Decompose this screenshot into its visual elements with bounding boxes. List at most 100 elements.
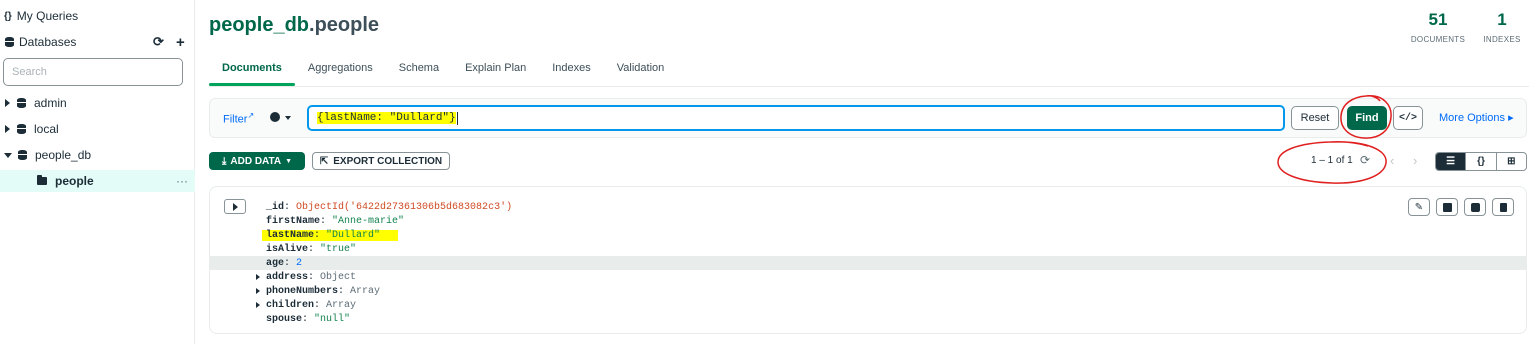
refresh-icon[interactable]: ⟳ <box>1360 153 1370 167</box>
sidebar-item-label: local <box>34 122 59 136</box>
sidebar-item-admin[interactable]: admin <box>0 92 195 114</box>
json-view-button[interactable]: {} <box>1466 153 1497 170</box>
chevron-down-icon[interactable] <box>285 116 291 120</box>
add-database-icon[interactable]: + <box>176 34 185 51</box>
chevron-left-icon[interactable]: ‹ <box>1390 153 1394 168</box>
clock-icon[interactable] <box>270 112 280 122</box>
tab-documents[interactable]: Documents <box>209 56 295 86</box>
query-bar: Filter↗ {lastName: "Dullard"} Reset Find… <box>209 98 1527 138</box>
document-card: ✎ _id: ObjectId('6422d27361306b5d683082c… <box>209 186 1527 334</box>
tab-indexes[interactable]: Indexes <box>552 56 591 86</box>
database-icon <box>17 98 26 108</box>
filter-link[interactable]: Filter↗ <box>223 111 254 126</box>
list-view-button[interactable]: ☰ <box>1436 153 1467 170</box>
tab-validation[interactable]: Validation <box>617 56 665 86</box>
field-value: Array <box>326 299 357 311</box>
field-key: phoneNumbers <box>266 285 339 297</box>
add-data-label: ADD DATA <box>230 155 282 167</box>
page-title: people_db.people <box>209 14 379 37</box>
tab-aggregations[interactable]: Aggregations <box>308 56 373 86</box>
database-icon <box>18 150 27 160</box>
download-icon: ⤓ <box>221 155 227 167</box>
tab-bar: Documents Aggregations Schema Explain Pl… <box>209 56 690 86</box>
field-key: children <box>266 299 315 311</box>
chevron-right-icon[interactable]: › <box>1413 153 1417 168</box>
collection-label: people <box>55 174 94 188</box>
tab-divider <box>209 86 1529 87</box>
sidebar-item-local[interactable]: local <box>0 118 195 140</box>
documents-count: 51 <box>1428 10 1448 29</box>
field-row[interactable]: isAlive: "true" <box>210 242 1526 256</box>
sidebar-item-label: admin <box>34 96 67 110</box>
sidebar-databases-header: Databases ⟳ + <box>0 31 195 53</box>
field-key: _id <box>266 201 285 213</box>
chevron-right-icon[interactable] <box>256 274 260 280</box>
database-icon <box>17 124 26 134</box>
database-icon <box>5 37 14 47</box>
field-value: 2 <box>296 257 303 269</box>
text-cursor <box>456 111 458 125</box>
external-link-icon: ↗ <box>247 111 255 120</box>
chevron-down-icon[interactable] <box>4 152 12 158</box>
field-value: Array <box>350 285 381 297</box>
chevron-right-icon[interactable] <box>256 288 260 294</box>
chevron-down-icon: ▼ <box>285 157 293 165</box>
field-value: "null" <box>314 313 351 325</box>
field-key: isAlive <box>266 243 309 255</box>
export-collection-button[interactable]: ⇱ EXPORT COLLECTION <box>312 152 450 170</box>
field-value: Object <box>320 271 357 283</box>
chevron-right-icon[interactable] <box>5 125 10 133</box>
field-row[interactable]: age: 2 <box>210 256 1526 270</box>
indexes-count: 1 <box>1497 10 1507 29</box>
field-row[interactable]: lastName: "Dullard" <box>210 228 1526 242</box>
find-button[interactable]: Find <box>1347 106 1387 130</box>
field-key: address <box>266 271 309 283</box>
field-key: spouse <box>266 313 303 325</box>
field-key: lastName <box>266 229 315 241</box>
sidebar-search-input[interactable] <box>3 58 183 86</box>
table-view-button[interactable]: ⊞ <box>1497 153 1526 170</box>
sidebar: {} My Queries Databases ⟳ + admin local … <box>0 0 195 344</box>
collection-more-icon[interactable]: ··· <box>176 174 188 188</box>
indexes-stat: 1 INDEXES <box>1478 10 1526 44</box>
field-key: age <box>266 257 285 269</box>
reset-button[interactable]: Reset <box>1291 106 1339 130</box>
filter-input-value: {lastName: "Dullard"} <box>317 112 456 124</box>
folder-icon <box>37 175 47 185</box>
databases-label: Databases <box>19 35 77 49</box>
field-row[interactable]: spouse: "null" <box>210 312 1526 326</box>
add-data-button[interactable]: ⤓ ADD DATA ▼ <box>209 152 305 170</box>
field-row[interactable]: _id: ObjectId('6422d27361306b5d683082c3'… <box>210 200 1526 214</box>
field-row[interactable]: phoneNumbers: Array <box>210 284 1526 298</box>
indexes-label: INDEXES <box>1483 35 1521 44</box>
field-value: ObjectId('6422d27361306b5d683082c3') <box>296 201 513 213</box>
sidebar-item-label: people_db <box>35 148 92 162</box>
documents-label: DOCUMENTS <box>1410 35 1466 44</box>
pagination-text: 1 – 1 of 1 <box>1311 155 1353 166</box>
code-toggle-button[interactable]: </> <box>1393 106 1423 130</box>
export-icon: ⇱ <box>319 155 329 167</box>
chevron-right-icon[interactable] <box>256 302 260 308</box>
database-name: people_db <box>209 14 310 36</box>
field-key: firstName <box>266 215 321 227</box>
export-label: EXPORT COLLECTION <box>333 155 443 167</box>
field-value: "Anne-marie" <box>332 215 405 227</box>
chevron-right-icon[interactable] <box>5 99 10 107</box>
tab-explain-plan[interactable]: Explain Plan <box>465 56 526 86</box>
sidebar-my-queries[interactable]: {} My Queries <box>0 5 195 27</box>
filter-input[interactable]: {lastName: "Dullard"} <box>307 105 1285 131</box>
sidebar-item-people-db[interactable]: people_db <box>0 144 195 166</box>
field-value: "Dullard" <box>326 229 381 241</box>
sidebar-item-people-collection[interactable]: people ··· <box>0 170 195 192</box>
my-queries-label: My Queries <box>16 9 79 23</box>
field-value: "true" <box>320 243 357 255</box>
field-row[interactable]: firstName: "Anne-marie" <box>210 214 1526 228</box>
tab-schema[interactable]: Schema <box>399 56 439 86</box>
queries-icon: {} <box>4 10 12 22</box>
more-options-link[interactable]: More Options ▸ <box>1439 111 1514 124</box>
field-row[interactable]: children: Array <box>210 298 1526 312</box>
field-row[interactable]: address: Object <box>210 270 1526 284</box>
collection-name: .people <box>309 14 380 36</box>
documents-stat: 51 DOCUMENTS <box>1406 10 1470 44</box>
refresh-databases-icon[interactable]: ⟳ <box>153 34 164 50</box>
